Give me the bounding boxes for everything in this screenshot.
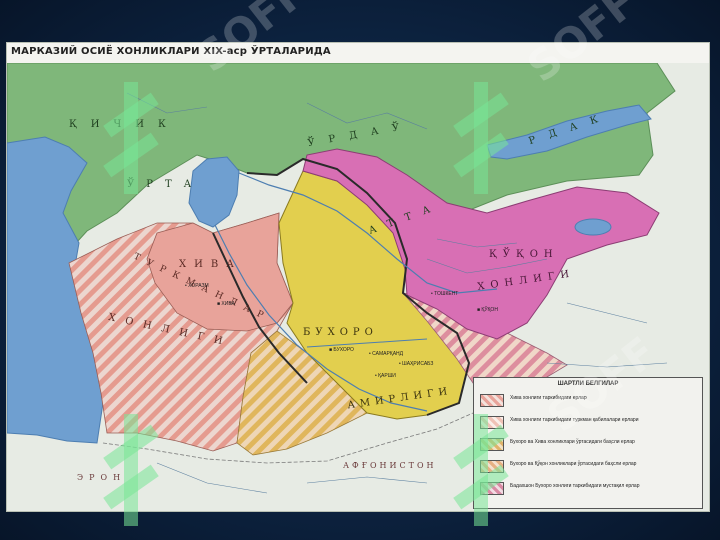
legend-swatch <box>480 482 504 495</box>
legend-swatch <box>480 416 504 429</box>
legend-text: Бадахшон Бухоро хонлиги таркибидаги муст… <box>510 483 640 489</box>
legend-swatch <box>480 394 504 407</box>
legend-text: Хива хонлиги таркибидаги ерлар <box>510 395 587 401</box>
legend-item: Бадахшон Бухоро хонлиги таркибидаги муст… <box>480 482 698 500</box>
legend-swatch <box>480 438 504 451</box>
legend-swatch <box>480 460 504 473</box>
legend-item: Хива хонлиги таркибидаги ерлар <box>480 394 698 412</box>
legend-text: Бухоро ва Хива хонликлари ўртасидаги баҳ… <box>510 439 635 445</box>
legend-item: Бухоро ва Хива хонликлари ўртасидаги баҳ… <box>480 438 698 456</box>
legend-text: Бухоро ва Қўқон хонликлари ўртасидаги ба… <box>510 461 637 467</box>
issyk-kul-lake <box>574 218 612 236</box>
legend-text: Хива хонлиги таркибидаги туркман қабилал… <box>510 417 639 423</box>
map-frame: МАРКАЗИЙ ОСИЁ ХОНЛИКЛАРИ XIX-аср ЎРТАЛАР… <box>6 42 710 512</box>
map-legend: ШАРТЛИ БЕЛГИЛАР Хива хонлиги таркибидаги… <box>473 377 703 509</box>
map-title: МАРКАЗИЙ ОСИЁ ХОНЛИКЛАРИ XIX-аср ЎРТАЛАР… <box>11 46 331 57</box>
legend-title: ШАРТЛИ БЕЛГИЛАР <box>557 381 619 387</box>
legend-item: Хива хонлиги таркибидаги туркман қабилал… <box>480 416 698 434</box>
legend-item: Бухоро ва Қўқон хонликлари ўртасидаги ба… <box>480 460 698 478</box>
map-title-bar: МАРКАЗИЙ ОСИЁ ХОНЛИКЛАРИ XIX-аср ЎРТАЛАР… <box>7 43 709 64</box>
slide: МАРКАЗИЙ ОСИЁ ХОНЛИКЛАРИ XIX-аср ЎРТАЛАР… <box>0 0 720 540</box>
